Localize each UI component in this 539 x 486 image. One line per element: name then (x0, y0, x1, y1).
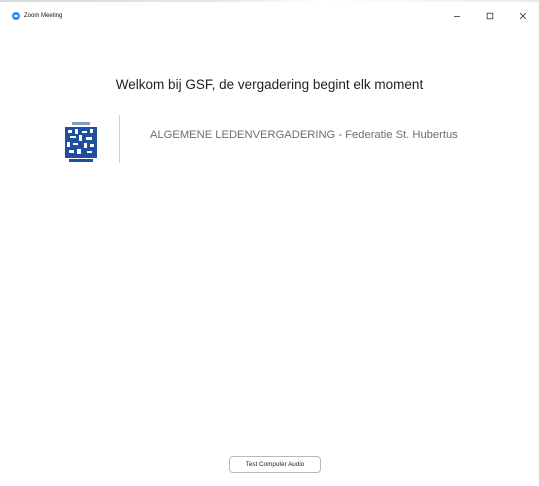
welcome-message: Welkom bij GSF, de vergadering begint el… (115, 77, 424, 92)
organization-logo-icon (63, 121, 99, 163)
title-bar[interactable]: Zoom Meeting (0, 2, 539, 29)
zoom-app-icon (12, 11, 20, 20)
meeting-topic: ALGEMENE LEDENVERGADERING - Federatie St… (150, 129, 458, 141)
close-button[interactable] (506, 2, 539, 29)
test-computer-audio-button[interactable]: Test Computer Audio (229, 456, 321, 473)
maximize-icon (486, 12, 493, 19)
minimize-icon (453, 15, 460, 17)
minimize-button[interactable] (440, 2, 473, 29)
logo-divider (119, 115, 120, 163)
close-icon (519, 12, 526, 19)
window-controls (440, 2, 539, 29)
window-title: Zoom Meeting (24, 12, 63, 19)
zoom-meeting-window: Zoom Meeting Welkom bij GSF, de vergader… (0, 0, 539, 486)
maximize-button[interactable] (473, 2, 506, 29)
